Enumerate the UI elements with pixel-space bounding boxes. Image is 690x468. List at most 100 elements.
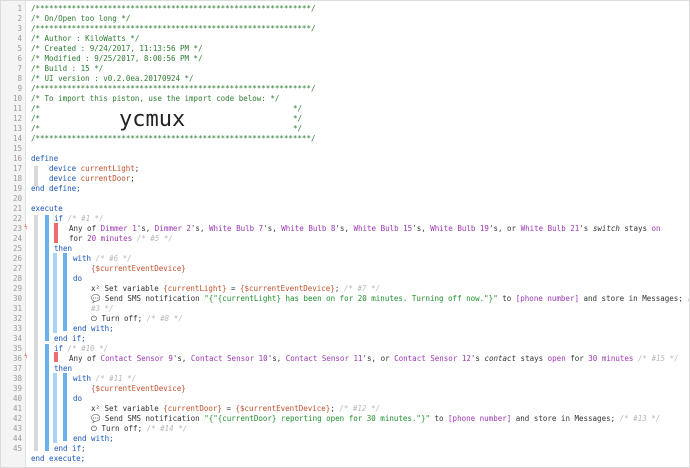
line-number: 39 [12,384,22,393]
possessive-sep: 's [579,224,593,233]
line-number: 38 [12,374,22,383]
line-number: 31 [12,304,22,313]
execute-keyword[interactable]: execute [31,204,63,214]
set-variable-task[interactable]: x² Set variable {currentLight} = {$curre… [91,284,380,294]
blank-comment-close: */ [293,104,303,113]
line-number: 16 [12,154,22,163]
warning-icon: ϟ [24,224,28,231]
code-editor: 1 2 3 4 5 6 7 8 9 10 11 12 13 14 15 16 17 18 19 20 21 22 23 24 2… [0,0,690,468]
variable-value: {$currentEventDevice} [240,284,335,293]
any-of-label: Any of [69,224,97,233]
then-keyword[interactable]: then [54,244,72,254]
device-white-bulb-19: White Bulb 19 [430,224,489,233]
device-contact-sensor-10: Contact Sensor 10 [190,354,268,363]
blank-comment-open: /* [31,104,41,113]
variable-value: {$currentEventDevice} [235,404,331,413]
possessive-sep: 's, [267,354,286,363]
device-declaration[interactable]: device currentLight; [49,164,139,174]
ui-version-line: /* UI version : v0.2.0ea.20170924 */ [31,74,194,83]
device-contact-sensor-11: Contact Sensor 11 [285,354,363,363]
statement-id-comment: /* #7 */ [343,284,380,293]
condition-switch-stays-on[interactable]: Any of Dimmer 1's, Dimmer 2's, White Bul… [69,224,661,234]
duration-value: 20 minutes [87,234,133,243]
device-contact-sensor-12: Contact Sensor 12 [394,354,471,363]
statement-id-comment: /* #6 */ [95,254,132,263]
if1-condition-marker [54,223,58,243]
statement-id-comment: /* #15 */ [637,354,679,363]
line-number: 1 [17,4,22,13]
end-execute-keyword[interactable]: end execute; [31,454,85,464]
end-define-keyword[interactable]: end define; [31,184,81,194]
line-number: 14 [12,134,22,143]
phone-number: [phone number] [448,414,512,423]
do-keyword[interactable]: do [73,394,82,404]
possessive-sep: 's, [412,224,431,233]
end-with-keyword[interactable]: end with; [73,434,114,444]
value-open: open [547,354,566,363]
any-of-label: Any of [69,354,97,363]
send-sms-task[interactable]: 💬 Send SMS notification "{"{currentDoor}… [91,414,660,424]
device-white-bulb-15: White Bulb 15 [353,224,413,233]
with-statement-11[interactable]: with /* #11 */ [73,374,136,384]
variable-name: currentLight [80,164,135,173]
stays-label: stays [619,224,652,233]
possessive-sep: 's, or [362,354,395,363]
turn-off-label: Turn off; [96,424,143,433]
header-border: /***************************************… [31,134,316,143]
semicolon: ; [130,174,135,183]
statement-id-comment: /* #14 */ [146,424,188,433]
condition-duration[interactable]: for 20 minutes /* #5 */ [69,234,173,244]
with-device-expression[interactable]: {$currentEventDevice} [91,264,186,274]
send-sms-label: Send SMS notification [100,414,205,423]
do-keyword[interactable]: do [73,274,82,284]
statement-id-comment: /* #11 */ [95,374,137,383]
with-device-expression[interactable]: {$currentEventDevice} [91,384,186,394]
line-number: 45 [12,444,22,453]
semicolon: ; [330,404,335,413]
device-white-bulb-21: White Bulb 21 [520,224,580,233]
equals-sign: = [226,284,241,293]
define-keyword[interactable]: define [31,154,58,164]
execute-block-bar [34,215,38,451]
store-messages-label: and store in Messages; [578,294,683,303]
with11-block-bar [63,373,67,441]
define-block-bar [34,166,38,186]
end-with-keyword[interactable]: end with; [73,324,114,334]
import-code[interactable]: ycmux [119,107,185,133]
send-sms-task[interactable]: 💬 Send SMS notification "{"{currentLight… [91,294,689,304]
line-number: 19 [12,184,22,193]
statement-id-comment: /* #5 */ [136,234,173,243]
end-if-keyword[interactable]: end if; [54,444,86,454]
if-keyword: if [54,344,64,353]
possessive-sep: 's, [263,224,282,233]
then-keyword[interactable]: then [54,364,72,374]
statement-id-comment: /* #1 */ [67,214,104,223]
line-number: 20 [12,194,22,203]
line-number: 33 [12,324,22,333]
turn-off-label: Turn off; [96,314,143,323]
line-number: 32 [12,314,22,323]
end-if-keyword[interactable]: end if; [54,334,86,344]
if1-then-bar [53,253,57,333]
if10-block-bar [45,344,49,451]
possessive-sep: 's, [335,224,354,233]
with-statement-6[interactable]: with /* #6 */ [73,254,132,264]
line-number: 8 [17,74,22,83]
stays-label: stays [516,354,548,363]
line-number: 25 [12,244,22,253]
send-sms-label: Send SMS notification [100,294,205,303]
turn-off-task[interactable]: ⏻ Turn off; /* #8 */ [91,314,183,324]
line-number: 29 [12,284,22,293]
device-declaration[interactable]: device currentDoor; [49,174,135,184]
if-statement-10[interactable]: if /* #10 */ [54,344,108,354]
condition-contact-stays-open[interactable]: Any of Contact Sensor 9's, Contact Senso… [69,354,679,364]
line-number: 7 [17,64,22,73]
line-number: 22 [12,214,22,223]
set-variable-icon: x² Set variable [91,404,164,413]
with-keyword: with [73,254,92,263]
turn-off-task[interactable]: ⏻ Turn off; /* #14 */ [91,424,187,434]
if-statement-1[interactable]: if /* #1 */ [54,214,104,224]
set-variable-task[interactable]: x² Set variable {currentDoor} = {$curren… [91,404,380,414]
line-number: 23 [12,224,22,233]
to-label: to [429,414,449,423]
